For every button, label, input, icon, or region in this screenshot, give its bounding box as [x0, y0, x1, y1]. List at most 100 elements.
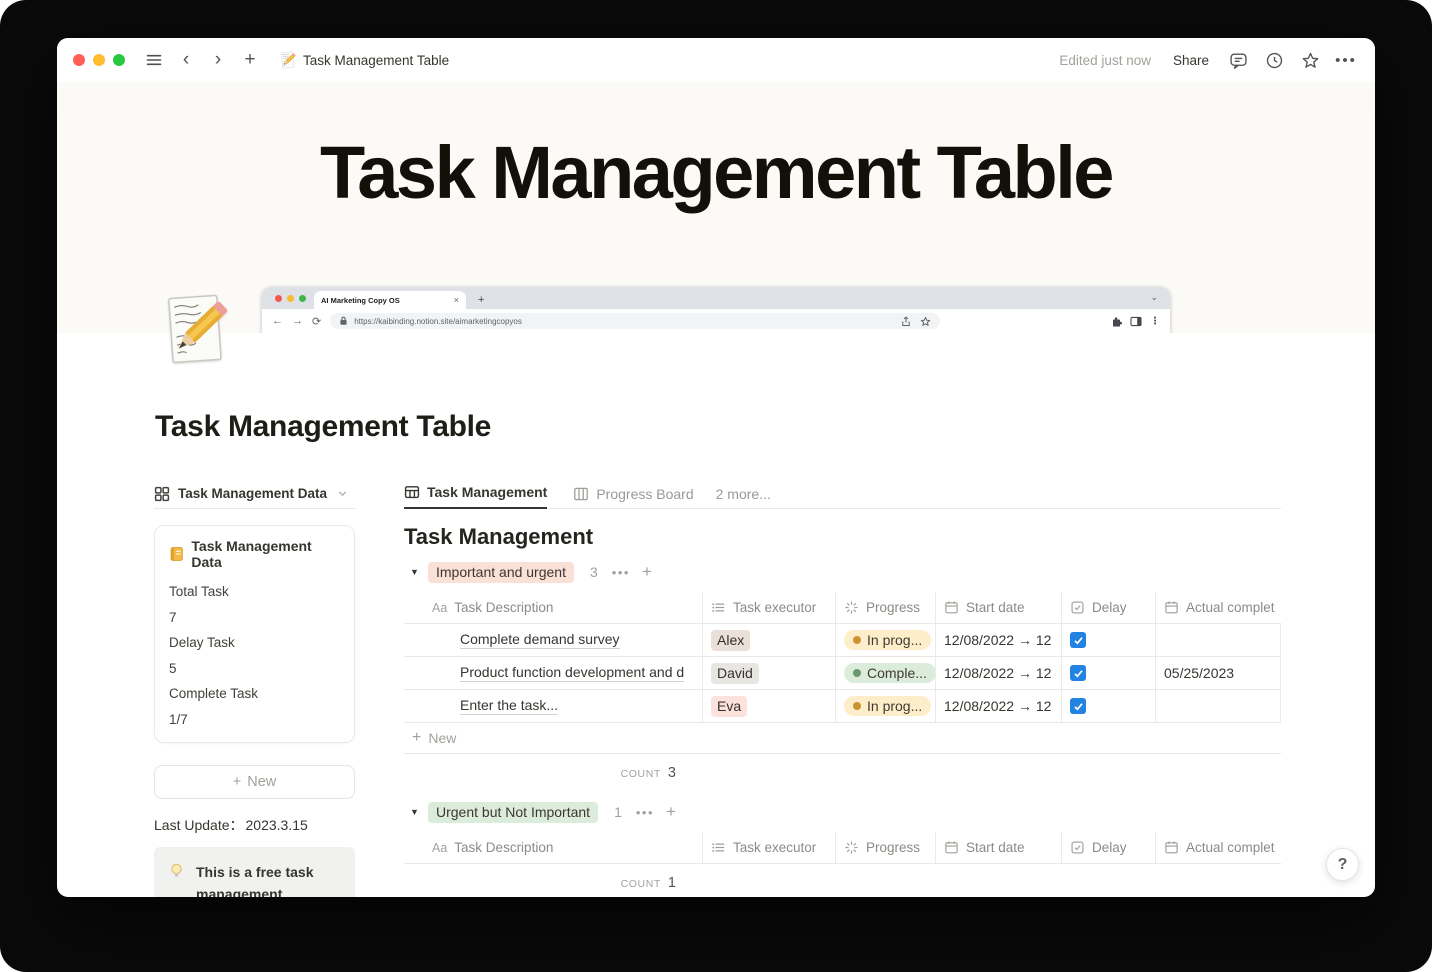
- comments-icon[interactable]: [1223, 46, 1253, 74]
- cell-delay[interactable]: [1062, 690, 1156, 722]
- group-badge[interactable]: Urgent but Not Important: [428, 801, 599, 823]
- date-property-icon: [945, 601, 958, 614]
- browser-tab: AI Marketing Copy OS ×: [314, 291, 466, 309]
- column-progress[interactable]: Progress: [836, 832, 936, 863]
- group-badge[interactable]: Important and urgent: [428, 561, 574, 583]
- share-button[interactable]: Share: [1165, 49, 1217, 72]
- column-progress[interactable]: Progress: [836, 592, 936, 623]
- tab-task-management[interactable]: Task Management: [404, 479, 548, 509]
- back-icon[interactable]: ‹: [171, 46, 201, 74]
- group-count: 3: [589, 564, 598, 580]
- plus-icon: +: [232, 774, 242, 790]
- browser-chevron-icon: ⌄: [1150, 292, 1158, 302]
- table-header-row: Aa Task Description Task executor Progres…: [404, 832, 1281, 864]
- last-update: Last Update： 2023.3.15: [154, 815, 355, 835]
- column-start-date[interactable]: Start date: [936, 592, 1062, 623]
- cell-task-title[interactable]: Enter the task...: [404, 690, 703, 722]
- cell-progress[interactable]: In prog...: [836, 690, 936, 722]
- delay-checkbox-checked[interactable]: [1070, 665, 1086, 681]
- database-title: Task Management: [404, 524, 594, 549]
- stat-label: Complete Task: [169, 686, 259, 701]
- stat-label: Total Task: [169, 584, 229, 599]
- column-task-description[interactable]: Aa Task Description: [404, 592, 703, 623]
- zoom-window-button[interactable]: [113, 54, 125, 66]
- date-property-icon: [1165, 841, 1178, 854]
- group-important-and-urgent: ▼ Important and urgent 3 ••• + Aa Task De…: [404, 560, 1281, 790]
- cell-start-date[interactable]: 12/08/2022 → 12: [936, 657, 1062, 689]
- favorite-star-icon[interactable]: [1295, 46, 1325, 74]
- table-row: Complete demand survey Alex In prog... 1…: [404, 624, 1281, 657]
- titlebar: ‹ › + Task Management Table Edited just …: [57, 38, 1375, 82]
- close-window-button[interactable]: [73, 54, 85, 66]
- browser-back-icon: ←: [272, 315, 283, 327]
- cell-delay[interactable]: [1062, 624, 1156, 656]
- delay-checkbox-checked[interactable]: [1070, 632, 1086, 648]
- column-start-date[interactable]: Start date: [936, 832, 1062, 863]
- cell-start-date[interactable]: 12/08/2022 → 12: [936, 690, 1062, 722]
- page-title: Task Management Table: [155, 410, 492, 443]
- board-view-icon: [574, 487, 589, 500]
- cell-actual-date[interactable]: [1156, 624, 1281, 656]
- forward-icon[interactable]: ›: [203, 46, 233, 74]
- cell-task-title[interactable]: Product function development and d: [404, 657, 703, 689]
- gallery-grid-icon: [154, 486, 170, 501]
- group-toggle-icon[interactable]: ▼: [404, 807, 428, 817]
- linked-view-label: Task Management Data: [178, 486, 328, 501]
- browser-kebab-icon: ⋮: [1150, 315, 1160, 327]
- database-view: Task Management Progress Board 2 more...…: [404, 479, 1281, 897]
- date-property-icon: [945, 841, 958, 854]
- cell-delay[interactable]: [1062, 657, 1156, 689]
- data-card[interactable]: Task Management Data Total Task 7 Delay …: [154, 525, 355, 743]
- group-toggle-icon[interactable]: ▼: [404, 567, 428, 577]
- cell-task-title[interactable]: Complete demand survey: [404, 624, 703, 656]
- cell-start-date[interactable]: 12/08/2022 → 12: [936, 624, 1062, 656]
- count-aggregate[interactable]: COUNT 1: [404, 864, 703, 897]
- more-options-icon[interactable]: •••: [1331, 46, 1361, 74]
- last-update-label: Last Update：: [154, 817, 244, 833]
- updates-clock-icon[interactable]: [1259, 46, 1289, 74]
- sidebar-toggle-icon[interactable]: [139, 46, 169, 74]
- cell-executor[interactable]: David: [703, 657, 836, 689]
- count-aggregate[interactable]: COUNT 3: [404, 754, 703, 790]
- browser-extensions-icon: [1113, 316, 1122, 326]
- group-options-icon[interactable]: •••: [612, 565, 630, 580]
- column-delay[interactable]: Delay: [1062, 592, 1156, 623]
- check-icon: [1073, 669, 1083, 678]
- column-task-executor[interactable]: Task executor: [703, 832, 836, 863]
- cell-actual-date[interactable]: [1156, 690, 1281, 722]
- column-actual-completion[interactable]: Actual complet: [1156, 832, 1281, 863]
- new-row-button[interactable]: + New: [404, 723, 1281, 754]
- help-button[interactable]: ?: [1326, 848, 1359, 881]
- group-add-icon[interactable]: +: [666, 802, 676, 822]
- cell-progress[interactable]: In prog...: [836, 624, 936, 656]
- progress-pill: In prog...: [844, 630, 932, 650]
- group-add-icon[interactable]: +: [642, 562, 652, 582]
- linked-view-header[interactable]: Task Management Data: [154, 479, 355, 509]
- new-tab-icon[interactable]: +: [235, 46, 265, 74]
- status-property-icon: [845, 601, 858, 614]
- progress-pill: In prog...: [844, 696, 932, 716]
- column-delay[interactable]: Delay: [1062, 832, 1156, 863]
- stat-value: 7: [169, 609, 177, 625]
- cell-executor[interactable]: Alex: [703, 624, 836, 656]
- tabs-more-button[interactable]: 2 more...: [716, 479, 771, 508]
- column-actual-completion[interactable]: Actual complet: [1156, 592, 1281, 623]
- cell-executor[interactable]: Eva: [703, 690, 836, 722]
- breadcrumb[interactable]: Task Management Table: [279, 51, 449, 70]
- notion-window: ‹ › + Task Management Table Edited just …: [57, 38, 1375, 897]
- cell-progress[interactable]: Comple...: [836, 657, 936, 689]
- callout: This is a free task management system.: [154, 847, 355, 897]
- page-icon-memo[interactable]: [160, 292, 228, 370]
- tab-progress-board[interactable]: Progress Board: [573, 479, 694, 508]
- minimize-window-button[interactable]: [93, 54, 105, 66]
- delay-checkbox-checked[interactable]: [1070, 698, 1086, 714]
- text-property-icon: Aa: [432, 600, 448, 615]
- browser-sidepanel-icon: [1130, 316, 1142, 326]
- group-options-icon[interactable]: •••: [636, 805, 654, 820]
- cell-actual-date[interactable]: 05/25/2023: [1156, 657, 1281, 689]
- column-task-description[interactable]: Aa Task Description: [404, 832, 703, 863]
- executor-tag: Eva: [711, 695, 748, 717]
- text-property-icon: Aa: [432, 840, 448, 855]
- sidebar-new-button[interactable]: + New: [154, 765, 355, 799]
- column-task-executor[interactable]: Task executor: [703, 592, 836, 623]
